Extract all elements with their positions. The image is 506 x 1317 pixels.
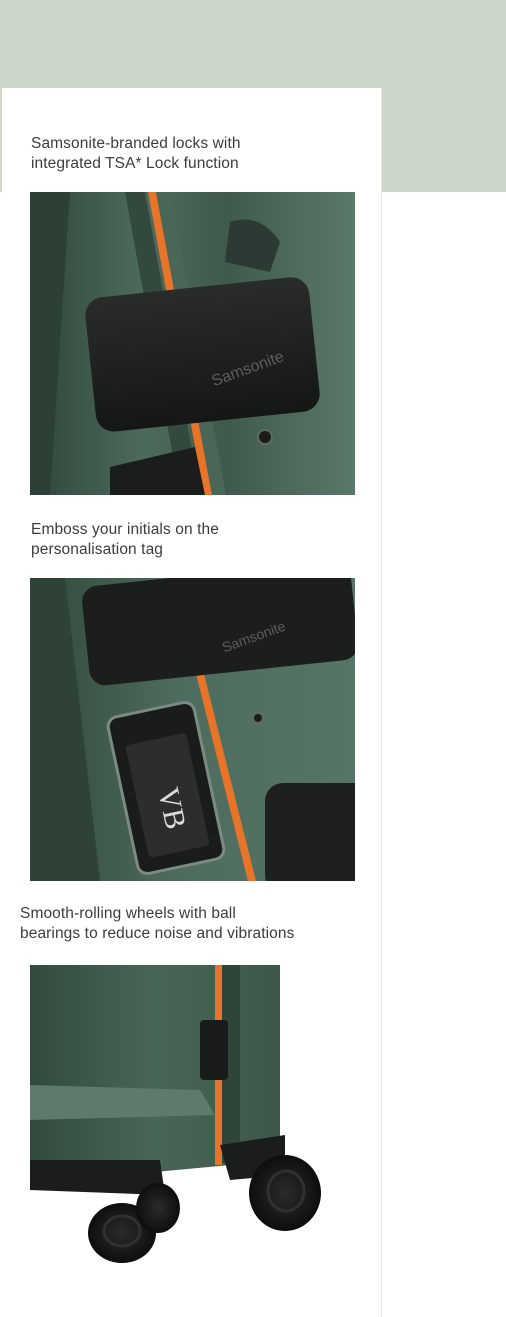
caption-line: Smooth-rolling wheels with ball [20, 905, 236, 922]
wheels-icon [30, 965, 355, 1269]
feature-caption-tag: Emboss your initials on the personalisat… [31, 520, 361, 560]
lock-closeup-icon: Samsonite [30, 192, 355, 495]
caption-line: bearings to reduce noise and vibrations [20, 925, 295, 942]
feature-caption-wheels: Smooth-rolling wheels with ball bearings… [20, 904, 390, 944]
caption-line: integrated TSA* Lock function [31, 155, 239, 172]
caption-line: personalisation tag [31, 541, 164, 558]
name-tag-icon: Samsonite VB [30, 578, 355, 881]
feature-caption-locks: Samsonite-branded locks with integrated … [31, 134, 361, 174]
caption-line: Samsonite-branded locks with [31, 135, 241, 152]
caption-line: Emboss your initials on the [31, 521, 219, 538]
